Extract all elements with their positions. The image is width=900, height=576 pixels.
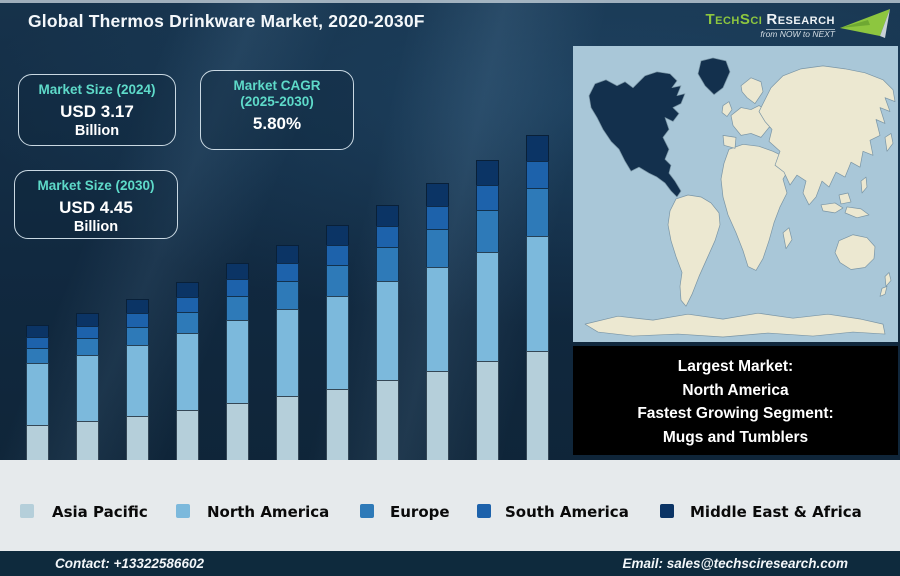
- bar-segment-south-america: [376, 226, 399, 248]
- bar-2028f: [426, 183, 449, 460]
- bar-segment-europe: [26, 348, 49, 364]
- bar-2025e: [276, 245, 299, 460]
- bar-segment-south-america: [126, 312, 149, 327]
- world-map: [573, 46, 898, 342]
- bar-segment-europe: [376, 247, 399, 282]
- legend-label-south-america: South America: [505, 503, 629, 521]
- bar-segment-south-america: [176, 296, 199, 312]
- bar-segment-asia-pacific: [426, 371, 449, 460]
- footer-bar: Contact: +13322586602 Email: sales@techs…: [0, 551, 900, 576]
- bar-segment-europe: [76, 338, 99, 355]
- bar-segment-north-america: [76, 354, 99, 421]
- bar-segment-asia-pacific: [76, 420, 99, 460]
- legend-swatch-north-america: [176, 504, 190, 518]
- legend-label-north-america: North America: [207, 503, 330, 521]
- bar-segment-south-america: [426, 206, 449, 230]
- bar-segment-south-america: [76, 325, 99, 339]
- bar-segment-north-america: [226, 320, 249, 403]
- callout-line-fastest-segment: Fastest Growing Segment:: [637, 405, 834, 422]
- bar-2026f: [326, 225, 349, 460]
- bar-segment-south-america: [476, 185, 499, 211]
- bar-segment-asia-pacific: [476, 361, 499, 460]
- bar-segment-north-america: [176, 333, 199, 410]
- bar-segment-asia-pacific: [226, 402, 249, 460]
- bar-segment-asia-pacific: [376, 380, 399, 460]
- footer-contact: Contact: +13322586602: [55, 556, 204, 571]
- bar-segment-middle-east-africa: [326, 225, 349, 245]
- bar-segment-asia-pacific: [176, 409, 199, 460]
- bar-2023: [176, 282, 199, 460]
- bar-segment-asia-pacific: [126, 415, 149, 460]
- bar-segment-north-america: [26, 363, 49, 426]
- bar-segment-north-america: [126, 345, 149, 416]
- bar-segment-middle-east-africa: [526, 135, 549, 162]
- callout-line-largest-market: Largest Market:: [677, 358, 794, 375]
- bar-segment-middle-east-africa: [276, 245, 299, 263]
- bar-segment-middle-east-africa: [226, 262, 249, 280]
- bar-segment-south-america: [26, 336, 49, 349]
- bar-segment-middle-east-africa: [376, 205, 399, 227]
- bar-segment-north-america: [326, 295, 349, 389]
- bar-segment-south-america: [276, 263, 299, 281]
- bar-segment-middle-east-africa: [176, 282, 199, 297]
- bar-segment-europe: [526, 188, 549, 236]
- bar-segment-north-america: [426, 267, 449, 372]
- legend-swatch-middle-east-africa: [660, 504, 674, 518]
- bar-2030f: [526, 135, 549, 460]
- bar-segment-middle-east-africa: [126, 298, 149, 313]
- infographic-stage: Global Thermos Drinkware Market, 2020-20…: [0, 0, 900, 576]
- bar-segment-middle-east-africa: [476, 160, 499, 186]
- bar-2020: [26, 325, 49, 460]
- legend-label-europe: Europe: [390, 503, 450, 521]
- bar-segment-asia-pacific: [26, 425, 49, 460]
- bar-segment-middle-east-africa: [76, 312, 99, 326]
- bar-segment-middle-east-africa: [26, 325, 49, 337]
- world-map-panel: [573, 46, 898, 342]
- bar-segment-europe: [176, 311, 199, 334]
- callout-line-fastest-segment-value: Mugs and Tumblers: [662, 428, 809, 446]
- bar-segment-asia-pacific: [526, 351, 549, 460]
- bar-2021: [76, 312, 99, 460]
- bar-segment-north-america: [476, 252, 499, 362]
- bar-segment-europe: [126, 326, 149, 346]
- bar-2022: [126, 298, 149, 460]
- bar-segment-asia-pacific: [276, 395, 299, 460]
- bar-segment-europe: [426, 229, 449, 268]
- legend-label-middle-east-africa: Middle East & Africa: [690, 503, 862, 521]
- bar-segment-north-america: [276, 308, 299, 396]
- bar-segment-europe: [326, 264, 349, 296]
- legend-swatch-europe: [360, 504, 374, 518]
- bar-segment-south-america: [226, 279, 249, 296]
- callout-line-largest-market-value: North America: [682, 381, 789, 399]
- bar-segment-europe: [276, 281, 299, 309]
- bar-2024: [226, 262, 249, 460]
- bar-segment-asia-pacific: [326, 388, 349, 460]
- bar-segment-europe: [476, 210, 499, 253]
- bar-segment-north-america: [526, 235, 549, 352]
- legend-swatch-asia-pacific: [20, 504, 34, 518]
- bar-2027f: [376, 205, 399, 460]
- footer-email: Email: sales@techsciresearch.com: [622, 556, 848, 571]
- bar-segment-north-america: [376, 281, 399, 381]
- bar-2029f: [476, 160, 499, 460]
- bar-segment-south-america: [326, 244, 349, 265]
- bar-segment-middle-east-africa: [426, 183, 449, 207]
- bar-segment-south-america: [526, 161, 549, 189]
- market-callout: Largest Market: North America Fastest Gr…: [573, 346, 898, 455]
- bar-segment-europe: [226, 295, 249, 321]
- legend-swatch-south-america: [477, 504, 491, 518]
- legend-label-asia-pacific: Asia Pacific: [52, 503, 148, 521]
